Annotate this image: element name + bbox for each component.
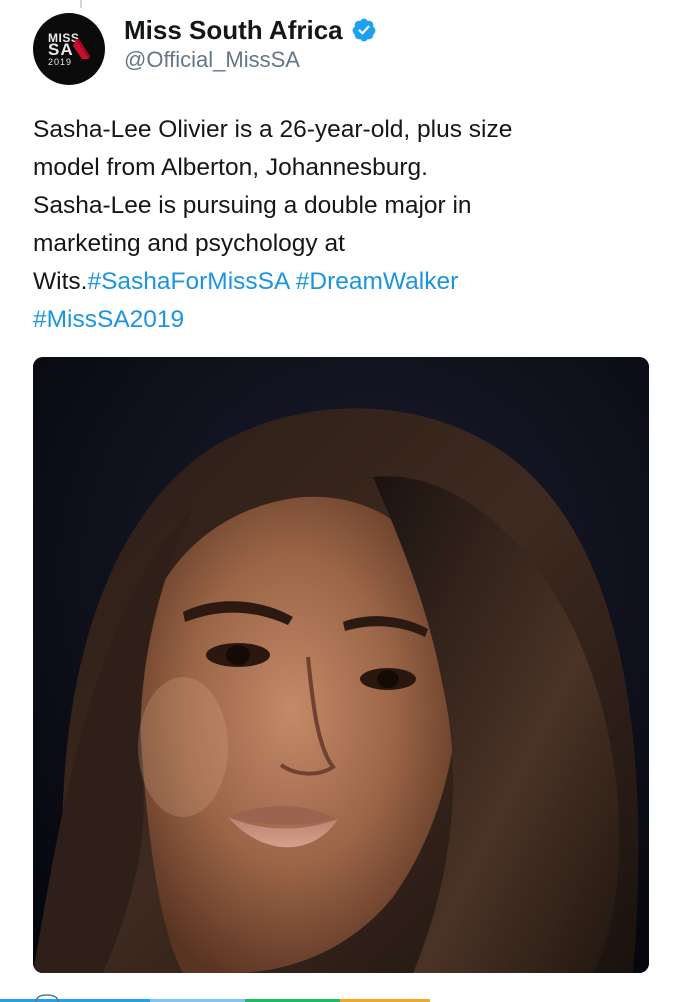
tweet-text-fragment: Wits. bbox=[33, 268, 88, 295]
tweet-text-line-with-hashtags: Wits.#SashaForMissSA #DreamWalker bbox=[33, 263, 633, 301]
bottom-accent-bar bbox=[0, 996, 685, 1002]
tweet-text-line: Sasha-Lee is pursuing a double major in bbox=[33, 192, 472, 219]
tweet-text-line: model from Alberton, Johannesburg. bbox=[33, 154, 428, 181]
avatar-logo-text-year: 2019 bbox=[48, 57, 73, 67]
avatar[interactable]: MISS SA 2019 bbox=[33, 13, 105, 85]
name-block: Miss South Africa @Official_MissSA bbox=[124, 13, 377, 73]
tweet-media-photo[interactable] bbox=[33, 357, 649, 973]
display-name-row: Miss South Africa bbox=[124, 13, 377, 47]
tweet-text: Sasha-Lee Olivier is a 26-year-old, plus… bbox=[33, 111, 633, 339]
avatar-logo-mark-icon bbox=[73, 39, 90, 59]
tweet-text-line: marketing and psychology at bbox=[33, 230, 345, 257]
tweet-header: MISS SA 2019 Miss South Africa @Official… bbox=[33, 13, 665, 87]
account-handle[interactable]: @Official_MissSA bbox=[124, 47, 377, 73]
hashtag-link[interactable]: #SashaForMissSA bbox=[87, 268, 289, 295]
verified-badge-icon bbox=[352, 18, 376, 42]
hashtag-link[interactable]: #DreamWalker bbox=[296, 268, 458, 295]
thread-connector bbox=[80, 0, 82, 8]
display-name[interactable]: Miss South Africa bbox=[124, 15, 343, 46]
portrait-photo-icon bbox=[33, 357, 649, 973]
tweet-text-line-hashtag: #MissSA2019 bbox=[33, 301, 633, 339]
reply-icon[interactable] bbox=[34, 994, 60, 1002]
hashtag-link[interactable]: #MissSA2019 bbox=[33, 306, 184, 333]
tweet-text-line: Sasha-Lee Olivier is a 26-year-old, plus… bbox=[33, 116, 513, 143]
